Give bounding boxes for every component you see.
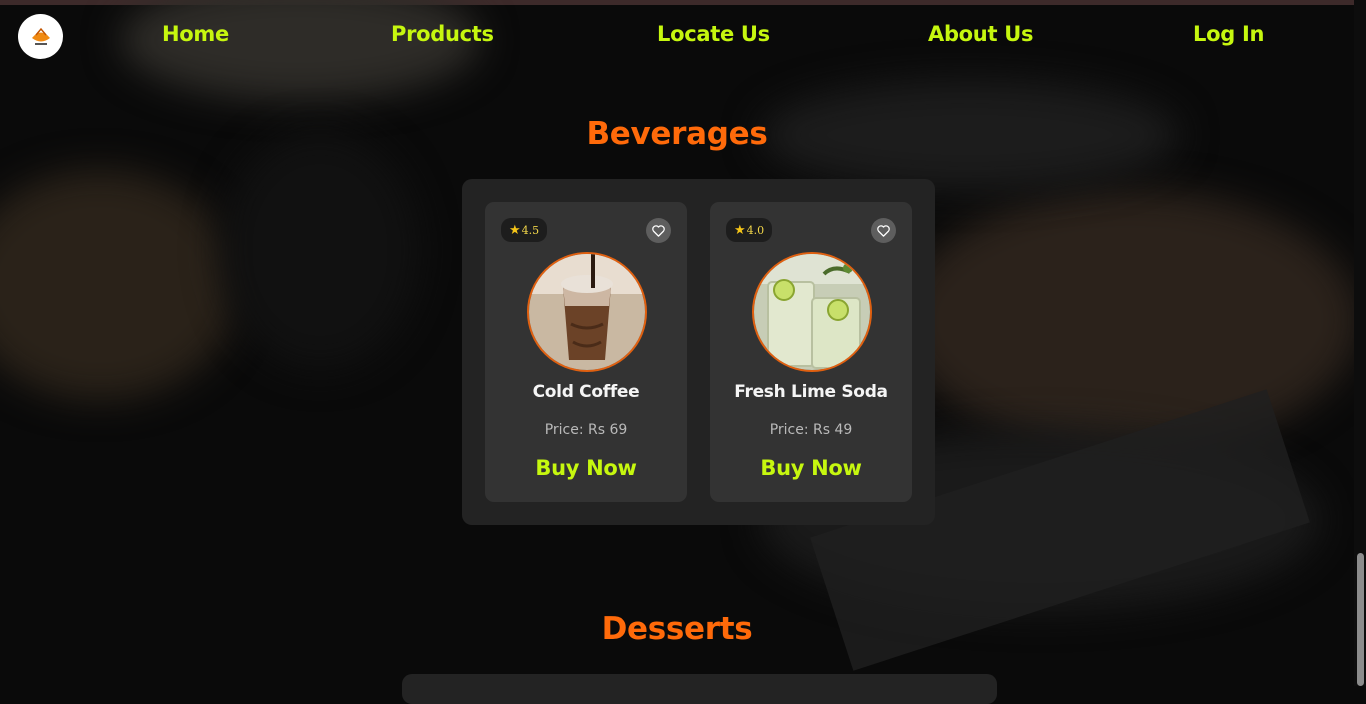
top-navigation: Home Products Locate Us About Us Log In bbox=[0, 6, 1354, 70]
product-card-fresh-lime-soda: ★ 4.0 Fresh Lime Soda Price: Rs 49 Buy N… bbox=[710, 202, 912, 502]
rating-value: 4.0 bbox=[746, 223, 765, 237]
bakery-logo-icon[interactable] bbox=[18, 14, 63, 59]
scrollbar-thumb[interactable] bbox=[1357, 553, 1364, 686]
beverages-heading: Beverages bbox=[586, 116, 768, 152]
star-icon: ★ bbox=[734, 222, 746, 238]
nav-home[interactable]: Home bbox=[162, 22, 229, 46]
product-name: Cold Coffee bbox=[532, 382, 640, 402]
lime-soda-image bbox=[752, 252, 872, 372]
product-price: Price: Rs 69 bbox=[544, 422, 628, 438]
rating-badge: ★ 4.0 bbox=[726, 218, 773, 242]
heart-icon[interactable] bbox=[646, 218, 671, 243]
heart-icon[interactable] bbox=[871, 218, 896, 243]
product-card-cold-coffee: ★ 4.5 Cold Coffee Price: Rs 69 Buy Now bbox=[485, 202, 687, 502]
star-icon: ★ bbox=[509, 222, 521, 238]
desserts-heading: Desserts bbox=[601, 611, 753, 647]
rating-badge: ★ 4.5 bbox=[501, 218, 548, 242]
nav-locate-us[interactable]: Locate Us bbox=[657, 22, 770, 46]
nav-products[interactable]: Products bbox=[391, 22, 494, 46]
buy-now-button[interactable]: Buy Now bbox=[710, 456, 912, 480]
desserts-panel bbox=[402, 674, 997, 704]
cold-coffee-image bbox=[527, 252, 647, 372]
product-price: Price: Rs 49 bbox=[769, 422, 853, 438]
nav-log-in[interactable]: Log In bbox=[1193, 22, 1264, 46]
scrollbar-track[interactable] bbox=[1354, 0, 1366, 686]
product-name: Fresh Lime Soda bbox=[734, 382, 888, 402]
rating-value: 4.5 bbox=[521, 223, 540, 237]
buy-now-button[interactable]: Buy Now bbox=[485, 456, 687, 480]
nav-about-us[interactable]: About Us bbox=[928, 22, 1033, 46]
